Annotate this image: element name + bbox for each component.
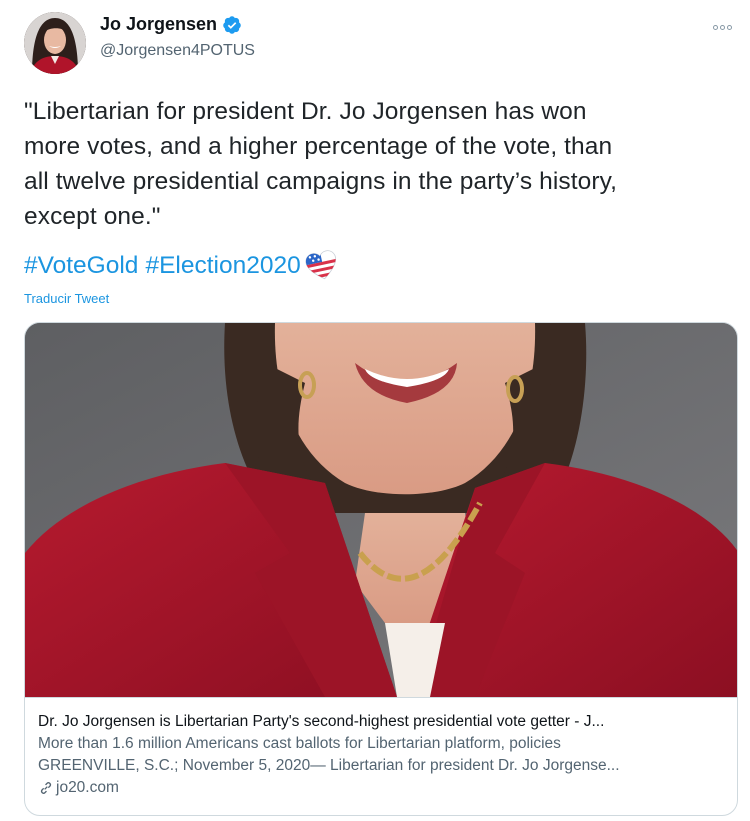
author-name-row: Jo Jorgensen (100, 14, 242, 35)
hashtag-votegold[interactable]: #VoteGold (24, 248, 138, 283)
link-card[interactable]: Dr. Jo Jorgensen is Libertarian Party's … (24, 322, 738, 816)
link-card-meta[interactable]: Dr. Jo Jorgensen is Libertarian Party's … (25, 697, 737, 815)
link-card-image[interactable] (25, 323, 737, 697)
link-card-description: More than 1.6 million Americans cast bal… (38, 735, 561, 752)
verified-badge-icon (222, 15, 242, 35)
link-card-title: Dr. Jo Jorgensen is Libertarian Party's … (38, 713, 605, 730)
tweet-text-line: more votes, and a higher percentage of t… (24, 133, 613, 160)
portrait-photo-icon (25, 323, 737, 697)
link-card-description: GREENVILLE, S.C.; November 5, 2020— Libe… (38, 757, 620, 774)
tweet-text-line: except one." (24, 203, 161, 230)
hashtag-row: #VoteGold #Election2020 (24, 248, 340, 283)
link-icon (38, 780, 54, 796)
tweet-text-line: "Libertarian for president Dr. Jo Jorgen… (24, 98, 587, 125)
link-card-domain: jo20.com (56, 779, 119, 796)
author-avatar[interactable] (24, 12, 86, 74)
translate-tweet-link[interactable]: Traducir Tweet (24, 291, 109, 306)
tweet: Jo Jorgensen @Jorgensen4POTUS "Libertari… (0, 0, 750, 821)
hashtag-election2020[interactable]: #Election2020 (145, 248, 300, 283)
more-options-icon[interactable] (713, 22, 735, 32)
author-handle[interactable]: @Jorgensen4POTUS (100, 42, 255, 60)
tweet-text: "Libertarian for president Dr. Jo Jorgen… (24, 94, 736, 234)
avatar-photo-icon (24, 12, 86, 74)
flag-heart-icon (304, 249, 340, 282)
tweet-text-line: all twelve presidential campaigns in the… (24, 168, 618, 195)
link-card-domain-row: jo20.com (38, 777, 725, 799)
author-display-name[interactable]: Jo Jorgensen (100, 14, 217, 35)
